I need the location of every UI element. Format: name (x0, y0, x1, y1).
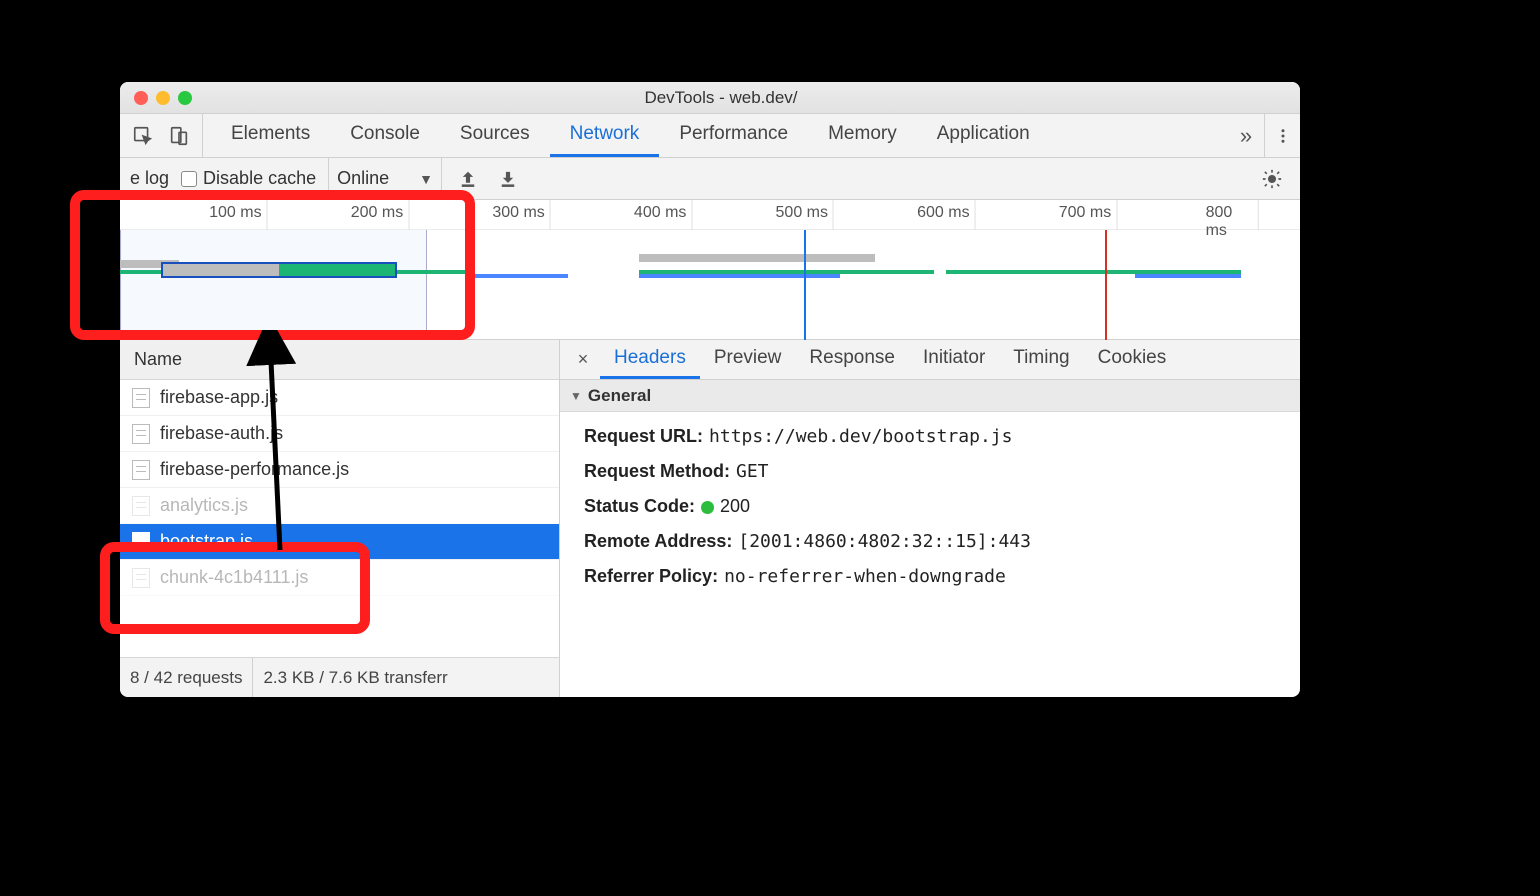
main-tabs: Elements Console Sources Network Perform… (120, 114, 1300, 158)
detail-tab-initiator[interactable]: Initiator (909, 340, 999, 379)
title-bar: DevTools - web.dev/ (120, 82, 1300, 114)
request-list-header[interactable]: Name (120, 340, 559, 380)
network-overview[interactable]: 100 ms 200 ms 300 ms 400 ms 500 ms 600 m… (120, 200, 1300, 340)
request-list: Name firebase-app.js firebase-auth.js fi… (120, 340, 560, 697)
tab-sources[interactable]: Sources (440, 114, 550, 157)
maximize-window-dot[interactable] (178, 91, 192, 105)
detail-tab-preview[interactable]: Preview (700, 340, 796, 379)
file-icon (132, 388, 150, 408)
tab-application[interactable]: Application (917, 114, 1050, 157)
tab-elements[interactable]: Elements (211, 114, 330, 157)
preserve-log-label-partial: e log (130, 168, 169, 189)
general-section-header[interactable]: ▼ General (560, 380, 1300, 412)
detail-pane: × Headers Preview Response Initiator Tim… (560, 340, 1300, 697)
throttling-select[interactable]: Online ▼ (328, 158, 442, 199)
inspect-element-icon[interactable] (130, 123, 156, 149)
more-tabs-icon[interactable]: » (1228, 123, 1264, 149)
download-icon[interactable] (494, 165, 522, 193)
file-icon (132, 496, 150, 516)
status-ok-dot (701, 501, 714, 514)
request-row[interactable]: chunk-4c1b4111.js (120, 560, 559, 596)
overview-body (120, 230, 1300, 340)
chevron-down-icon: ▼ (419, 171, 433, 187)
tab-performance[interactable]: Performance (659, 114, 808, 157)
detail-tab-cookies[interactable]: Cookies (1084, 340, 1181, 379)
device-toolbar-icon[interactable] (166, 123, 192, 149)
devtools-window: DevTools - web.dev/ Elements Console Sou… (120, 82, 1300, 697)
gear-icon[interactable] (1258, 165, 1286, 193)
detail-tab-headers[interactable]: Headers (600, 340, 700, 379)
request-row[interactable]: analytics.js (120, 488, 559, 524)
network-toolbar: e log Disable cache Online ▼ (120, 158, 1300, 200)
request-row[interactable]: firebase-app.js (120, 380, 559, 416)
file-icon (132, 460, 150, 480)
tab-network[interactable]: Network (550, 114, 660, 157)
file-icon (132, 424, 150, 444)
kebab-menu-icon[interactable] (1264, 114, 1300, 157)
triangle-down-icon: ▼ (570, 389, 582, 403)
detail-tabs: × Headers Preview Response Initiator Tim… (560, 340, 1300, 380)
detail-tab-timing[interactable]: Timing (999, 340, 1083, 379)
request-status-bar: 8 / 42 requests 2.3 KB / 7.6 KB transfer… (120, 657, 559, 697)
file-icon (132, 532, 150, 552)
minimize-window-dot[interactable] (156, 91, 170, 105)
request-row[interactable]: firebase-performance.js (120, 452, 559, 488)
window-title: DevTools - web.dev/ (192, 88, 1300, 108)
request-row[interactable]: firebase-auth.js (120, 416, 559, 452)
disable-cache-label: Disable cache (203, 168, 316, 189)
request-row-selected[interactable]: bootstrap.js (120, 524, 559, 560)
file-icon (132, 568, 150, 588)
tab-memory[interactable]: Memory (808, 114, 917, 157)
traffic-lights (120, 91, 192, 105)
upload-icon[interactable] (454, 165, 482, 193)
timeline-ruler: 100 ms 200 ms 300 ms 400 ms 500 ms 600 m… (120, 200, 1300, 230)
tab-console[interactable]: Console (330, 114, 440, 157)
close-window-dot[interactable] (134, 91, 148, 105)
close-detail-icon[interactable]: × (566, 349, 600, 370)
detail-tab-response[interactable]: Response (795, 340, 909, 379)
disable-cache-checkbox[interactable] (181, 171, 197, 187)
